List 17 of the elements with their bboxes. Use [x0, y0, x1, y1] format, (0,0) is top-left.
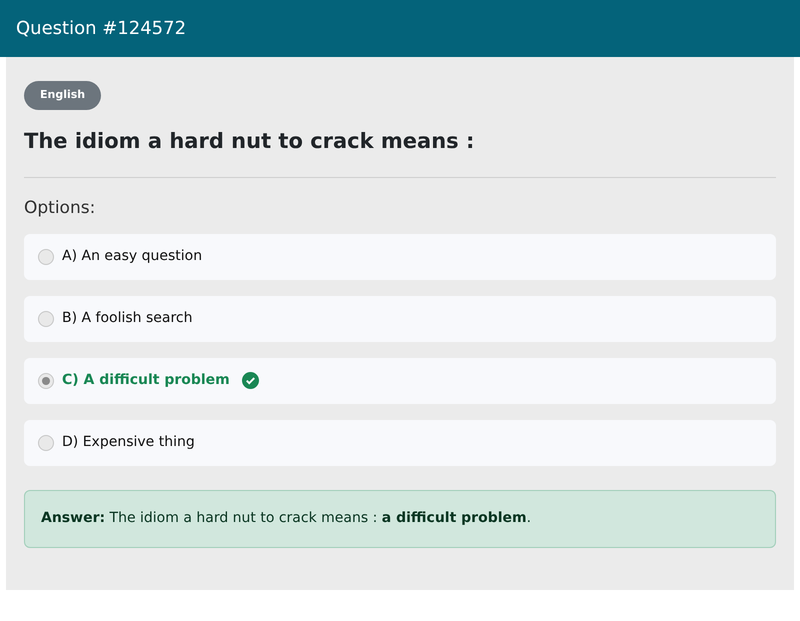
option-label: D) Expensive thing: [62, 433, 195, 452]
answer-text: Answer: The idiom a hard nut to crack means : a difficult problem.: [41, 509, 532, 528]
option-label: B) A foolish search: [62, 309, 193, 328]
question-text: The idiom a hard nut to crack means :: [24, 128, 476, 154]
option-row[interactable]: C) A difficult problem: [24, 358, 776, 404]
option-row[interactable]: B) A foolish search: [24, 296, 776, 342]
radio-button[interactable]: [38, 372, 54, 388]
option-row[interactable]: A) An easy question: [24, 234, 776, 280]
option-label: A) An easy question: [62, 247, 202, 266]
language-badge: English: [24, 81, 102, 110]
radio-button[interactable]: [38, 310, 54, 326]
page-title: Question #124572: [16, 17, 186, 41]
options-heading: Options:: [24, 197, 96, 220]
radio-button[interactable]: [38, 248, 54, 264]
radio-button[interactable]: [38, 434, 54, 450]
option-label: C) A difficult problem: [62, 371, 230, 390]
option-row[interactable]: D) Expensive thing: [24, 420, 776, 466]
